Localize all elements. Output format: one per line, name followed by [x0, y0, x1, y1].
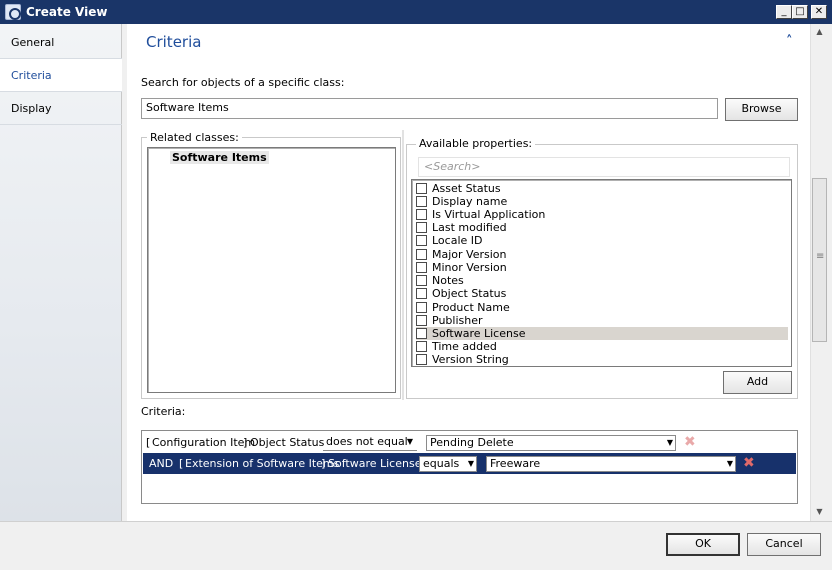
property-row[interactable]: Publisher	[416, 314, 788, 327]
chevron-down-icon: ▼	[406, 437, 413, 446]
property-row[interactable]: Is Virtual Application	[416, 208, 788, 221]
property-row[interactable]: Minor Version	[416, 261, 788, 274]
nav-item-general[interactable]: General	[0, 26, 122, 59]
property-checkbox[interactable]	[416, 315, 427, 326]
operator-dropdown[interactable]: does not equal ▼	[323, 435, 417, 451]
criteria-label: Criteria:	[141, 405, 186, 418]
property-row[interactable]: Object Status	[416, 287, 788, 300]
available-properties-label: Available properties:	[416, 137, 536, 150]
value-dropdown[interactable]: Pending Delete ▼	[426, 435, 676, 451]
chevron-down-icon: ▼	[666, 438, 673, 447]
tree-item-software-items[interactable]: Software Items	[170, 151, 269, 164]
property-row-selected[interactable]: Software License	[416, 327, 788, 340]
property-row[interactable]: Version String	[416, 353, 788, 366]
dialog-footer: OK Cancel	[0, 521, 832, 570]
properties-list[interactable]: Asset Status Display name Is Virtual App…	[411, 179, 792, 367]
nav-item-criteria[interactable]: Criteria	[0, 59, 122, 92]
delete-criteria-icon[interactable]: ✖	[743, 453, 755, 474]
search-class-label: Search for objects of a specific class:	[141, 76, 345, 89]
property-row[interactable]: Notes	[416, 274, 788, 287]
related-classes-tree[interactable]: Software Items	[147, 147, 396, 393]
property-row[interactable]: Display name	[416, 195, 788, 208]
scroll-thumb[interactable]	[812, 178, 827, 342]
property-checkbox[interactable]	[416, 222, 427, 233]
criteria-property: Software License	[328, 457, 422, 470]
criteria-property: Object Status	[250, 436, 325, 449]
property-row[interactable]: Asset Status	[416, 182, 788, 195]
property-checkbox[interactable]	[416, 288, 427, 299]
maximize-button[interactable]: □	[792, 5, 808, 19]
wizard-nav: General Criteria Display	[0, 24, 122, 521]
property-checkbox[interactable]	[416, 302, 427, 313]
ok-button[interactable]: OK	[666, 533, 740, 556]
criteria-conjunction: AND	[149, 457, 174, 470]
property-checkbox[interactable]	[416, 341, 427, 352]
criteria-class: Configuration Item	[152, 436, 256, 449]
criteria-row[interactable]: [ Configuration Item ] Object Status doe…	[143, 432, 796, 453]
minimize-button[interactable]: _	[776, 5, 792, 19]
criteria-row-selected[interactable]: AND [ Extension of Software Items ] Soft…	[143, 453, 796, 474]
class-input[interactable]: Software Items	[141, 98, 718, 119]
bracket-open: [	[146, 436, 151, 449]
window-title: Create View	[26, 5, 108, 19]
value-dropdown[interactable]: Freeware ▼	[486, 456, 736, 472]
criteria-list: [ Configuration Item ] Object Status doe…	[141, 430, 798, 504]
related-classes-label: Related classes:	[147, 131, 242, 144]
close-button[interactable]: ✕	[811, 5, 827, 19]
chevron-down-icon: ▼	[726, 459, 733, 468]
section-title: Criteria	[146, 33, 202, 51]
main-scrollbar[interactable]: ▲ ▼	[810, 24, 827, 521]
bracket-close: ]	[243, 436, 248, 449]
property-row[interactable]: Product Name	[416, 301, 788, 314]
nav-item-display[interactable]: Display	[0, 92, 122, 125]
property-row[interactable]: Time added	[416, 340, 788, 353]
property-row[interactable]: Last modified	[416, 221, 788, 234]
operator-dropdown[interactable]: equals ▼	[419, 456, 477, 472]
scroll-up-icon[interactable]: ▲	[813, 27, 826, 39]
property-checkbox[interactable]	[416, 354, 427, 365]
app-icon	[5, 4, 21, 20]
property-checkbox[interactable]	[416, 249, 427, 260]
criteria-class: Extension of Software Items	[185, 457, 340, 470]
property-checkbox[interactable]	[416, 183, 427, 194]
property-checkbox[interactable]	[416, 209, 427, 220]
scroll-down-icon[interactable]: ▼	[813, 507, 826, 519]
property-checkbox[interactable]	[416, 262, 427, 273]
collapse-icon[interactable]: ˄	[786, 34, 793, 49]
property-checkbox[interactable]	[416, 235, 427, 246]
bracket-open: [	[179, 457, 184, 470]
chevron-down-icon: ▼	[467, 459, 474, 468]
property-checkbox[interactable]	[416, 196, 427, 207]
property-checkbox[interactable]	[416, 275, 427, 286]
add-button[interactable]: Add	[723, 371, 792, 394]
delete-criteria-icon[interactable]: ✖	[684, 432, 696, 453]
properties-search-input[interactable]: <Search>	[418, 157, 790, 177]
panel-splitter[interactable]	[402, 130, 404, 400]
property-checkbox[interactable]	[416, 328, 427, 339]
property-row[interactable]: Major Version	[416, 248, 788, 261]
title-bar: Create View _ □ ✕	[0, 0, 832, 24]
browse-button[interactable]: Browse	[725, 98, 798, 121]
bracket-close: ]	[321, 457, 326, 470]
property-row[interactable]: Locale ID	[416, 234, 788, 247]
cancel-button[interactable]: Cancel	[747, 533, 821, 556]
